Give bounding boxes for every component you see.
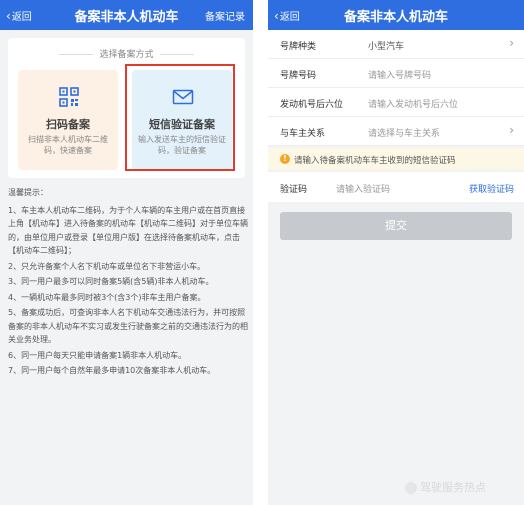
tip-item: 1、车主本人机动车二维码，为于个人车辆的车主用户或在首页直接上角【机动车】进入待… [8, 205, 248, 256]
tips-section: 温馨提示： 1、车主本人机动车二维码，为于个人车辆的车主用户或在首页直接上角【机… [8, 186, 248, 380]
engine-number-input[interactable]: 请输入发动机号后六位 [368, 97, 458, 110]
plate-type-label: 号牌种类 [280, 42, 317, 52]
warning-icon: ! [280, 154, 290, 164]
tip-item: 4、一辆机动车最多同时被3个(含3个)非车主用户备案。 [8, 292, 206, 302]
submit-button[interactable]: 提交 [280, 212, 512, 240]
sms-notice: ! 请输入待备案机动车车主收到的短信验证码 [268, 148, 524, 170]
highlight-box [125, 64, 235, 171]
watermark: 驾驶服务热点 [405, 479, 486, 495]
right-screen: ‹返回 备案非本人机动车 号牌种类 小型汽车 › 号牌号码 请输入号牌号码 发动… [268, 0, 524, 505]
right-header: ‹返回 备案非本人机动车 [268, 0, 524, 30]
qr-code-icon [59, 87, 79, 107]
tip-item: 2、只允许备案个人名下机动车或单位名下非营运小车。 [8, 261, 206, 271]
left-header: ‹返回 备案非本人机动车 备案记录 [0, 0, 253, 30]
vehicle-form: 号牌种类 小型汽车 › 号牌号码 请输入号牌号码 发动机号后六位 请输入发动机号… [268, 30, 524, 146]
sms-notice-text: 请输入待备案机动车车主收到的短信验证码 [294, 156, 456, 166]
engine-number-label: 发动机号后六位 [280, 100, 344, 110]
get-code-button[interactable]: 获取验证码 [469, 182, 514, 195]
watermark-text: 驾驶服务热点 [420, 481, 486, 494]
tip-item: 5、备案成功后，可查询非本人名下机动车交通违法行为，并可按照备案的非本人机动车不… [8, 308, 248, 344]
tips-title: 温馨提示： [8, 188, 48, 197]
watermark-logo-icon [405, 482, 417, 494]
plate-number-label: 号牌号码 [280, 71, 317, 81]
tip-item: 7、同一用户每个自然年最多申请10次备案非本人机动车。 [8, 366, 216, 375]
verify-code-label: 验证码 [280, 185, 308, 195]
scan-code-option-desc: 扫描非本人机动车二维码，快速备案 [28, 135, 108, 155]
filing-method-caption: 选择备案方式 [8, 47, 245, 60]
plate-type-select[interactable]: 小型汽车 [368, 39, 404, 52]
plate-number-input[interactable]: 请输入号牌号码 [368, 68, 431, 81]
owner-relation-label: 与车主关系 [280, 129, 326, 139]
tip-item: 3、同一用户最多可以同时备案5辆(含5辆)非本人机动车。 [8, 277, 214, 286]
chevron-right-icon: › [509, 123, 514, 137]
verify-code-row: 验证码 请输入验证码 获取验证码 [268, 172, 524, 202]
engine-number-row: 发动机号后六位 请输入发动机号后六位 [268, 88, 524, 117]
owner-relation-select[interactable]: 请选择与车主关系 [368, 126, 440, 139]
scan-code-option[interactable]: 扫码备案 扫描非本人机动车二维码，快速备案 [18, 70, 118, 170]
owner-relation-row[interactable]: 与车主关系 请选择与车主关系 › [268, 117, 524, 146]
verify-code-input[interactable]: 请输入验证码 [336, 182, 390, 195]
filing-records-link[interactable]: 备案记录 [205, 8, 245, 23]
plate-type-row[interactable]: 号牌种类 小型汽车 › [268, 30, 524, 59]
chevron-right-icon: › [509, 36, 514, 50]
plate-number-row: 号牌号码 请输入号牌号码 [268, 59, 524, 88]
tip-item: 6、同一用户每天只能申请备案1辆非本人机动车。 [8, 350, 187, 360]
page-title: 备案非本人机动车 [343, 10, 448, 25]
scan-code-option-title: 扫码备案 [46, 118, 90, 131]
